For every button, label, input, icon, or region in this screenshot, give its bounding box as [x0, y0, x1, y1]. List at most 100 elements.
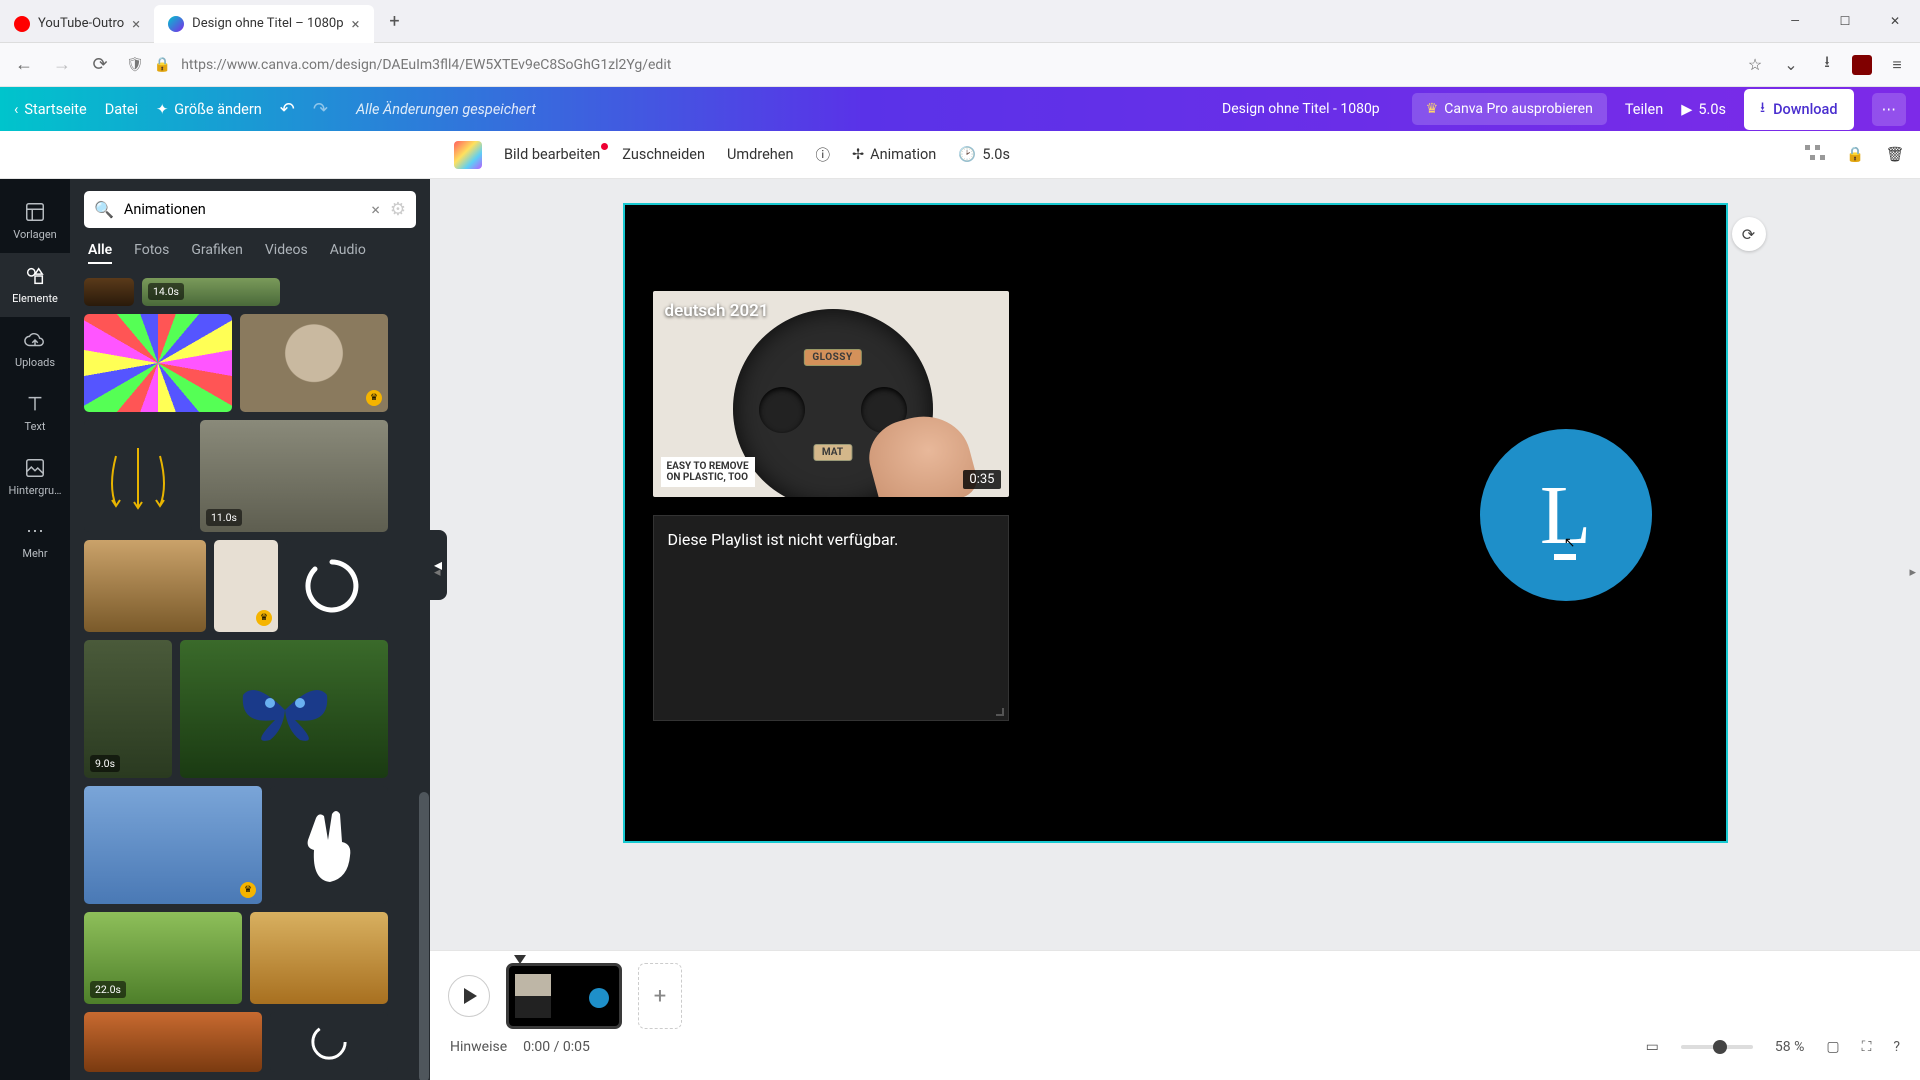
search-box[interactable]: 🔍 × ⚙ — [84, 191, 416, 228]
rail-label: Text — [25, 420, 46, 433]
share-button[interactable]: Teilen — [1625, 101, 1663, 118]
asset-thumb[interactable] — [84, 314, 232, 412]
youtube-video-card[interactable]: deutsch 2021 GLOSSY MAT EASY TO REMOVE O… — [653, 291, 1009, 497]
asset-thumb[interactable] — [270, 1012, 388, 1072]
reload-button[interactable]: ⟳ — [88, 53, 112, 77]
lock-button[interactable]: 🔒 — [1844, 144, 1866, 166]
transparency-button[interactable] — [1804, 144, 1826, 166]
maximize-button[interactable]: ☐ — [1820, 1, 1870, 41]
filter-button[interactable]: ⚙ — [390, 199, 406, 220]
asset-thumb[interactable] — [84, 540, 206, 632]
asset-thumb[interactable]: ♛ — [84, 786, 262, 904]
try-pro-button[interactable]: ♛ Canva Pro ausprobieren — [1412, 93, 1607, 125]
grid-view-button[interactable]: ▭ — [1646, 1039, 1659, 1055]
clock-icon: 🕑 — [958, 146, 976, 163]
asset-thumb[interactable]: 22.0s — [84, 912, 242, 1004]
asset-thumb[interactable]: ♛ — [240, 314, 388, 412]
add-scene-button[interactable]: + — [638, 963, 682, 1029]
asset-thumb[interactable] — [84, 278, 134, 306]
asset-thumb[interactable] — [270, 786, 388, 904]
browser-tab-youtube[interactable]: YouTube-Outro × — [0, 5, 154, 43]
share-label: Teilen — [1625, 101, 1663, 118]
fullscreen-button[interactable]: ⛶ — [1862, 1039, 1872, 1055]
asset-thumb[interactable]: 9.0s — [84, 640, 172, 778]
undo-button[interactable]: ↶ — [280, 99, 295, 120]
close-tab-button[interactable]: × — [352, 15, 360, 33]
asset-thumb[interactable] — [250, 912, 388, 1004]
search-input[interactable] — [124, 201, 361, 218]
cursor-icon: ↖ — [1564, 535, 1576, 551]
flip-button[interactable]: Umdrehen — [727, 146, 793, 163]
color-picker-swatch[interactable] — [454, 141, 482, 169]
asset-thumb[interactable] — [180, 640, 388, 778]
zoom-slider[interactable] — [1681, 1045, 1753, 1049]
asset-thumb[interactable] — [84, 420, 192, 532]
download-label: Download — [1773, 101, 1837, 118]
timestamp-badge: 0:35 — [963, 470, 1000, 489]
clear-search-button[interactable]: × — [371, 200, 380, 219]
url-box[interactable]: 🛡 🔒 https://www.canva.com/design/DAEuIm3… — [126, 57, 1730, 73]
next-page-button[interactable]: ▸ — [1909, 565, 1916, 580]
play-button[interactable] — [448, 975, 490, 1017]
help-button[interactable]: ? — [1893, 1039, 1900, 1055]
pro-badge-icon: ♛ — [240, 882, 256, 898]
rail-templates[interactable]: Vorlagen — [0, 189, 70, 253]
panel-scrollbar[interactable] — [418, 272, 430, 1080]
redo-button[interactable]: ↷ — [313, 99, 328, 120]
minimize-button[interactable]: — — [1770, 1, 1820, 41]
edit-image-button[interactable]: Bild bearbeiten — [504, 146, 600, 163]
rail-more[interactable]: ⋯ Mehr — [0, 509, 70, 572]
tab-photos[interactable]: Fotos — [134, 242, 169, 264]
asset-thumb[interactable]: 11.0s — [200, 420, 388, 532]
regenerate-button[interactable]: ⟳ — [1732, 217, 1766, 251]
channel-avatar[interactable]: L — [1480, 429, 1652, 601]
present-button[interactable]: ▶ 5.0s — [1681, 101, 1726, 118]
more-menu-button[interactable]: ⋯ — [1872, 93, 1907, 126]
panel-scroll-thumb[interactable] — [419, 792, 429, 1080]
asset-thumb[interactable] — [286, 540, 378, 632]
new-tab-button[interactable]: + — [380, 6, 410, 36]
bookmark-star-icon[interactable]: ☆ — [1744, 54, 1766, 76]
home-button[interactable]: ‹ Startseite — [14, 101, 87, 118]
notes-button[interactable]: Hinweise — [450, 1039, 507, 1055]
zoom-knob[interactable] — [1713, 1040, 1727, 1054]
info-button[interactable]: ⓘ — [815, 144, 830, 165]
close-tab-button[interactable]: × — [132, 15, 140, 33]
rail-uploads[interactable]: Uploads — [0, 317, 70, 381]
rail-text[interactable]: Text — [0, 381, 70, 445]
sparkle-icon: ✦ — [156, 101, 168, 118]
tab-all[interactable]: Alle — [88, 242, 112, 264]
hamburger-menu-icon[interactable]: ≡ — [1886, 54, 1908, 76]
prev-page-button[interactable]: ◂ — [434, 565, 441, 580]
asset-thumb[interactable]: ♛ — [214, 540, 278, 632]
rail-background[interactable]: Hintergru… — [0, 445, 70, 509]
rail-elements[interactable]: Elemente — [0, 253, 70, 317]
duration-button[interactable]: 🕑 5.0s — [958, 146, 1010, 163]
pocket-icon[interactable]: ⌄ — [1780, 54, 1802, 76]
delete-button[interactable]: 🗑 — [1884, 144, 1906, 166]
youtube-playlist-card[interactable]: Diese Playlist ist nicht verfügbar. — [653, 515, 1009, 721]
downloads-icon[interactable]: ⭳ — [1816, 54, 1838, 76]
tab-audio[interactable]: Audio — [330, 242, 366, 264]
ublock-icon[interactable] — [1852, 55, 1872, 75]
browser-tab-canva[interactable]: Design ohne Titel – 1080p × — [154, 5, 373, 43]
animation-button[interactable]: ✢ Animation — [852, 146, 936, 163]
forward-button[interactable]: → — [50, 53, 74, 77]
duration-label: 5.0s — [982, 146, 1010, 163]
close-window-button[interactable]: ✕ — [1870, 1, 1920, 41]
back-button[interactable]: ← — [12, 53, 36, 77]
tab-graphics[interactable]: Grafiken — [191, 242, 243, 264]
pages-view-button[interactable]: ▢ — [1826, 1039, 1839, 1055]
zoom-label: 58 % — [1775, 1039, 1804, 1055]
design-page[interactable]: ⟳ deutsch 2021 GLOSSY MAT EASY TO REMOVE… — [623, 203, 1728, 843]
asset-thumb[interactable]: 14.0s — [142, 278, 280, 306]
file-menu[interactable]: Datei — [105, 101, 138, 118]
download-button[interactable]: ⭳ Download — [1744, 89, 1854, 130]
tab-videos[interactable]: Videos — [265, 242, 308, 264]
document-title[interactable]: Design ohne Titel - 1080p — [1222, 101, 1380, 117]
asset-thumb[interactable] — [84, 1012, 262, 1072]
scene-thumb[interactable] — [506, 963, 622, 1029]
tab-title: Design ohne Titel – 1080p — [192, 16, 343, 31]
resize-menu[interactable]: ✦ Größe ändern — [156, 101, 262, 118]
crop-button[interactable]: Zuschneiden — [622, 146, 705, 163]
